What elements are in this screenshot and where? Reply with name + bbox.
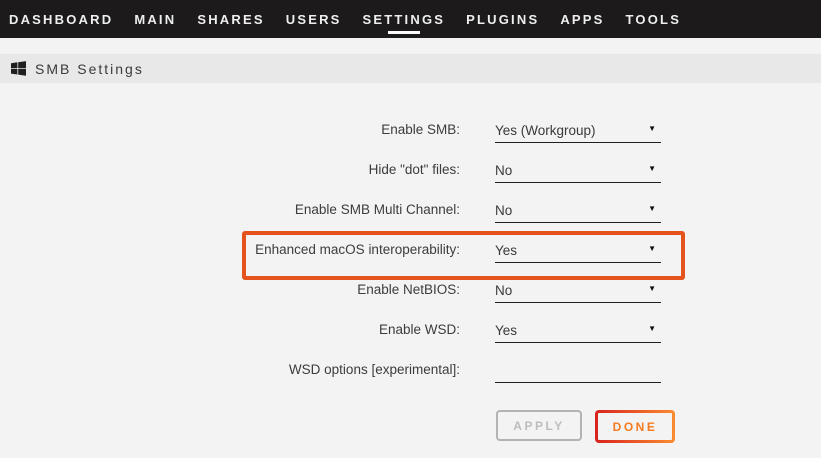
select-value-enhanced-macos-interoperability: Yes	[495, 243, 517, 258]
page-header: SMB Settings	[0, 54, 821, 83]
wsd-options-experimental-input[interactable]	[495, 363, 661, 378]
nav-item-tools[interactable]: TOOLS	[626, 12, 682, 27]
field-label-enable-smb: Enable SMB:	[0, 111, 460, 151]
select-value-enable-smb: Yes (Workgroup)	[495, 123, 596, 138]
select-enhanced-macos-interoperability[interactable]: Yes ▼	[495, 231, 661, 271]
nav-item-shares[interactable]: SHARES	[197, 12, 264, 27]
chevron-down-icon: ▼	[648, 324, 656, 333]
main-content: Enable SMB:Yes (Workgroup)▼Hide "dot" fi…	[0, 111, 821, 443]
apply-button[interactable]: APPLY	[496, 410, 582, 441]
nav-item-main[interactable]: MAIN	[134, 12, 176, 27]
field-row-enable-smb-multi-channel: Enable SMB Multi Channel: No ▼	[0, 191, 821, 231]
chevron-down-icon: ▼	[648, 244, 656, 253]
page-title: SMB Settings	[35, 61, 144, 77]
field-label-enhanced-macos-interoperability: Enhanced macOS interoperability:	[0, 231, 460, 271]
select-value-hide-dot-files: No	[495, 163, 512, 178]
select-hide-dot-files[interactable]: No ▼	[495, 151, 661, 191]
done-button[interactable]: DONE	[595, 410, 675, 443]
field-label-hide-dot-files: Hide "dot" files:	[0, 151, 460, 191]
field-row-enable-smb: Enable SMB: Yes (Workgroup) ▼	[0, 111, 821, 151]
select-enable-netbios[interactable]: No ▼	[495, 271, 661, 311]
field-label-enable-netbios: Enable NetBIOS:	[0, 271, 460, 311]
field-row-hide-dot-files: Hide "dot" files: No ▼	[0, 151, 821, 191]
chevron-down-icon: ▼	[648, 284, 656, 293]
select-enable-smb-multi-channel[interactable]: No ▼	[495, 191, 661, 231]
nav-item-users[interactable]: USERS	[286, 12, 342, 27]
field-label-enable-smb-multi-channel: Enable SMB Multi Channel:	[0, 191, 460, 231]
form-actions: APPLY DONE	[496, 410, 821, 443]
field-row-enable-wsd: Enable WSD: Yes ▼	[0, 311, 821, 351]
nav-item-settings[interactable]: SETTINGS	[363, 12, 446, 27]
chevron-down-icon: ▼	[648, 124, 656, 133]
windows-icon	[11, 61, 26, 76]
smb-settings-form: Enable SMB:Yes (Workgroup)▼Hide "dot" fi…	[0, 111, 821, 391]
select-value-enable-wsd: Yes	[495, 323, 517, 338]
text-field-wsd-options-experimental	[495, 351, 661, 391]
chevron-down-icon: ▼	[648, 204, 656, 213]
chevron-down-icon: ▼	[648, 164, 656, 173]
nav-spacer	[0, 38, 821, 54]
select-value-enable-netbios: No	[495, 283, 512, 298]
field-row-enable-netbios: Enable NetBIOS: No ▼	[0, 271, 821, 311]
select-value-enable-smb-multi-channel: No	[495, 203, 512, 218]
field-label-wsd-options-experimental: WSD options [experimental]:	[0, 351, 460, 391]
field-row-enhanced-macos-interoperability: Enhanced macOS interoperability: Yes ▼	[0, 231, 821, 271]
field-label-enable-wsd: Enable WSD:	[0, 311, 460, 351]
nav-item-dashboard[interactable]: DASHBOARD	[9, 12, 113, 27]
top-nav: DASHBOARD MAIN SHARES USERS SETTINGS PLUGINS A…	[0, 0, 821, 38]
field-row-wsd-options-experimental: WSD options [experimental]:	[0, 351, 821, 391]
nav-item-apps[interactable]: APPS	[560, 12, 604, 27]
select-enable-wsd[interactable]: Yes ▼	[495, 311, 661, 351]
nav-item-plugins[interactable]: PLUGINS	[466, 12, 539, 27]
select-enable-smb[interactable]: Yes (Workgroup) ▼	[495, 111, 661, 151]
